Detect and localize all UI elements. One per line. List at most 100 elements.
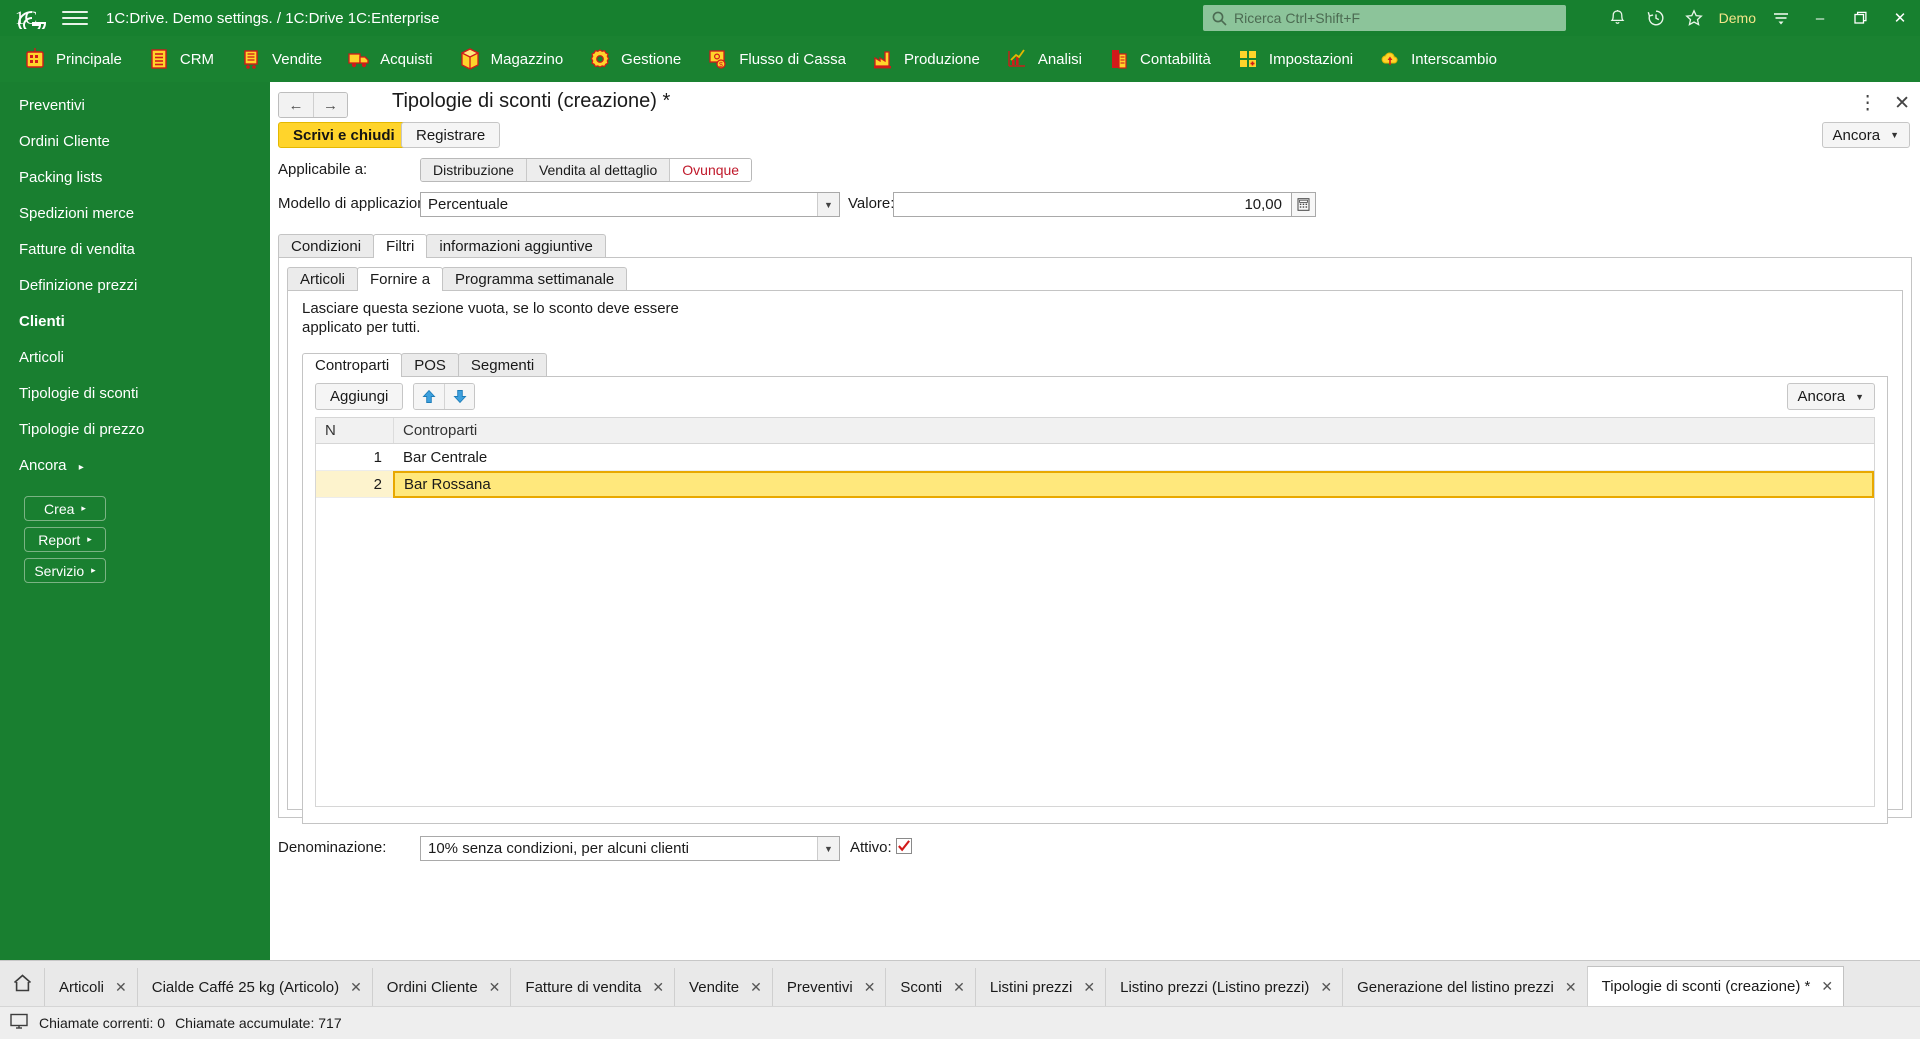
- register-button[interactable]: Registrare: [401, 122, 501, 148]
- hamburger-menu-icon[interactable]: [62, 7, 88, 29]
- arrow-down-icon[interactable]: [444, 384, 474, 409]
- sidebar-item-clienti[interactable]: Clienti: [0, 304, 270, 340]
- form-more-button[interactable]: Ancora ▼: [1821, 122, 1910, 148]
- sidebar-item-ancora[interactable]: Ancora ▸: [0, 448, 270, 484]
- close-icon[interactable]: ✕: [953, 979, 965, 996]
- close-button[interactable]: ✕: [1880, 0, 1920, 36]
- sidebar-item-ordini-cliente[interactable]: Ordini Cliente: [0, 124, 270, 160]
- segment-ovunque[interactable]: Ovunque: [670, 159, 752, 181]
- close-icon[interactable]: ✕: [115, 979, 127, 996]
- close-icon[interactable]: ✕: [750, 979, 762, 996]
- sidebar-button-servizio[interactable]: Servizio ▸: [24, 558, 106, 583]
- subtab-programma-settimanale[interactable]: Programma settimanale: [442, 267, 628, 291]
- bell-icon[interactable]: [1599, 0, 1637, 36]
- calculator-icon[interactable]: [1292, 192, 1316, 217]
- taskbar-tab-ordini-cliente[interactable]: Ordini Cliente ✕: [371, 968, 511, 1006]
- grid-more-button[interactable]: Ancora ▼: [1786, 383, 1875, 410]
- tab-condizioni[interactable]: Condizioni: [278, 234, 375, 258]
- denominazione-input[interactable]: 10% senza condizioni, per alcuni clienti…: [420, 836, 840, 861]
- column-header-controparti[interactable]: Controparti: [394, 418, 486, 443]
- sidebar-button-report[interactable]: Report ▸: [24, 527, 106, 552]
- sidebar-item-spedizioni-merce[interactable]: Spedizioni merce: [0, 196, 270, 232]
- subtab-fornire-a[interactable]: Fornire a: [357, 267, 444, 291]
- table-row[interactable]: 2 Bar Rossana: [316, 470, 1874, 498]
- nav-item-vendite[interactable]: Vendite: [226, 36, 334, 82]
- taskbar-tab-preventivi[interactable]: Preventivi ✕: [771, 968, 886, 1006]
- arrow-up-icon[interactable]: [414, 384, 444, 409]
- close-icon[interactable]: ✕: [1320, 979, 1332, 996]
- close-icon[interactable]: ✕: [652, 979, 664, 996]
- innertab-segmenti[interactable]: Segmenti: [457, 353, 548, 377]
- sidebar-item-tipologie-di-sconti[interactable]: Tipologie di sconti: [0, 376, 270, 412]
- minimize-button[interactable]: –: [1800, 0, 1840, 36]
- taskbar-tab-listino-prezzi[interactable]: Listino prezzi (Listino prezzi) ✕: [1105, 968, 1343, 1006]
- nav-item-contabilita[interactable]: Contabilità: [1094, 36, 1223, 82]
- taskbar-tab-listini-prezzi[interactable]: Listini prezzi ✕: [974, 968, 1106, 1006]
- sidebar-item-fatture-di-vendita[interactable]: Fatture di vendita: [0, 232, 270, 268]
- nav-item-produzione[interactable]: Produzione: [858, 36, 992, 82]
- tab-informazioni-aggiuntive[interactable]: informazioni aggiuntive: [426, 234, 606, 258]
- taskbar-tab-sconti[interactable]: Sconti ✕: [885, 968, 975, 1006]
- kebab-menu-icon[interactable]: ⋮: [1858, 94, 1878, 113]
- lines-menu-icon[interactable]: [1762, 0, 1800, 36]
- tab-filtri[interactable]: Filtri: [373, 234, 428, 258]
- row-controparti-value[interactable]: Bar Rossana: [393, 470, 1874, 498]
- crm-icon: [146, 46, 172, 72]
- close-icon[interactable]: ✕: [1821, 978, 1833, 995]
- search-input[interactable]: Ricerca Ctrl+Shift+F: [1203, 5, 1566, 31]
- close-icon[interactable]: ✕: [350, 979, 362, 996]
- column-header-n[interactable]: N: [316, 418, 394, 443]
- nav-item-impostazioni[interactable]: Impostazioni: [1223, 36, 1365, 82]
- history-clock-icon[interactable]: [1637, 0, 1675, 36]
- sidebar-item-articoli[interactable]: Articoli: [0, 340, 270, 376]
- taskbar-tab-fatture-di-vendita[interactable]: Fatture di vendita ✕: [510, 968, 675, 1006]
- nav-item-analisi[interactable]: Analisi: [992, 36, 1094, 82]
- close-icon[interactable]: ✕: [1565, 979, 1577, 996]
- sidebar-item-tipologie-di-prezzo[interactable]: Tipologie di prezzo: [0, 412, 270, 448]
- close-icon[interactable]: ✕: [1083, 979, 1095, 996]
- subtab-articoli[interactable]: Articoli: [287, 267, 359, 291]
- nav-item-interscambio[interactable]: Interscambio: [1365, 36, 1509, 82]
- taskbar-tab-tipologie-di-sconti[interactable]: Tipologie di sconti (creazione) * ✕: [1586, 966, 1845, 1006]
- taskbar-tab-cialde-caffe[interactable]: Cialde Caffé 25 kg (Articolo) ✕: [136, 968, 372, 1006]
- sidebar: Preventivi Ordini Cliente Packing lists …: [0, 82, 270, 960]
- nav-item-magazzino[interactable]: Magazzino: [445, 36, 576, 82]
- close-icon[interactable]: ✕: [1894, 92, 1910, 115]
- table-row[interactable]: 1 Bar Centrale: [316, 444, 1874, 471]
- model-combobox[interactable]: Percentuale ▼: [420, 192, 840, 217]
- sidebar-button-crea[interactable]: Crea ▸: [24, 496, 106, 521]
- taskbar-tab-articoli[interactable]: Articoli ✕: [44, 968, 137, 1006]
- value-input[interactable]: 10,00: [893, 192, 1292, 217]
- home-icon[interactable]: [0, 960, 44, 1006]
- add-button[interactable]: Aggiungi: [315, 383, 404, 410]
- arrow-left-icon[interactable]: ←: [279, 93, 313, 117]
- attivo-checkbox[interactable]: [896, 838, 912, 854]
- close-icon[interactable]: ✕: [489, 979, 501, 996]
- sidebar-item-packing-lists[interactable]: Packing lists: [0, 160, 270, 196]
- sidebar-item-preventivi[interactable]: Preventivi: [0, 88, 270, 124]
- star-icon[interactable]: [1675, 0, 1713, 36]
- row-controparti-value[interactable]: Bar Centrale: [394, 444, 1874, 471]
- maximize-button[interactable]: [1840, 0, 1880, 36]
- segment-vendita-al-dettaglio[interactable]: Vendita al dettaglio: [526, 159, 671, 181]
- sidebar-item-definizione-prezzi[interactable]: Definizione prezzi: [0, 268, 270, 304]
- close-icon[interactable]: ✕: [864, 979, 876, 996]
- nav-item-crm[interactable]: CRM: [134, 36, 226, 82]
- taskbar-tab-generazione-listino[interactable]: Generazione del listino prezzi ✕: [1342, 968, 1587, 1006]
- taskbar-tab-label: Articoli: [59, 978, 105, 996]
- innertab-pos[interactable]: POS: [401, 353, 459, 377]
- innertab-controparti[interactable]: Controparti: [302, 353, 403, 377]
- taskbar-tab-vendite[interactable]: Vendite ✕: [674, 968, 772, 1006]
- taskbar-tab-label: Cialde Caffé 25 kg (Articolo): [151, 978, 340, 996]
- user-name[interactable]: Demo: [1713, 10, 1762, 26]
- nav-item-gestione[interactable]: Gestione: [575, 36, 693, 82]
- save-and-close-button[interactable]: Scrivi e chiudi: [278, 122, 410, 148]
- nav-item-acquisti[interactable]: Acquisti: [334, 36, 445, 82]
- nav-item-flusso-di-cassa[interactable]: $ Flusso di Cassa: [693, 36, 858, 82]
- chevron-down-icon[interactable]: ▼: [817, 193, 839, 216]
- controparti-grid[interactable]: N Controparti 1 Bar Centrale 2 Bar Rossa…: [315, 417, 1875, 807]
- segment-distribuzione[interactable]: Distribuzione: [421, 159, 527, 181]
- arrow-right-icon[interactable]: →: [313, 93, 347, 117]
- nav-item-principale[interactable]: Principale: [10, 36, 134, 82]
- chevron-down-icon[interactable]: ▼: [817, 837, 839, 860]
